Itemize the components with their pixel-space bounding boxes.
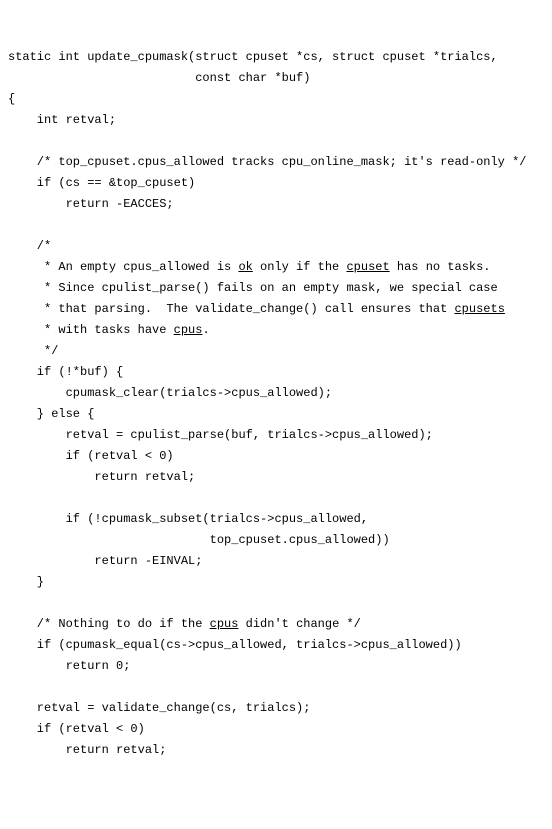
code-line: if (!*buf) { (8, 365, 123, 379)
code-line: * that parsing. The validate_change() ca… (8, 302, 505, 316)
code-line: /* top_cpuset.cpus_allowed tracks cpu_on… (8, 155, 526, 169)
code-line: } else { (8, 407, 94, 421)
code-line: if (cpumask_equal(cs->cpus_allowed, tria… (8, 638, 462, 652)
code-line: * An empty cpus_allowed is ok only if th… (8, 260, 491, 274)
code-line: const char *buf) (8, 71, 310, 85)
code-line: return retval; (8, 743, 166, 757)
code-line: if (cs == &top_cpuset) (8, 176, 195, 190)
code-line: * with tasks have cpus. (8, 323, 210, 337)
code-line: retval = validate_change(cs, trialcs); (8, 701, 310, 715)
code-line: return -EINVAL; (8, 554, 202, 568)
code-line: if (!cpumask_subset(trialcs->cpus_allowe… (8, 512, 368, 526)
code-line: * Since cpulist_parse() fails on an empt… (8, 281, 498, 295)
code-line: /* Nothing to do if the cpus didn't chan… (8, 617, 361, 631)
code-line: */ (8, 344, 58, 358)
code-line: } (8, 575, 44, 589)
code-line: if (retval < 0) (8, 722, 145, 736)
code-block: static int update_cpumask(struct cpuset … (8, 47, 544, 761)
code-line: return 0; (8, 659, 130, 673)
code-line: top_cpuset.cpus_allowed)) (8, 533, 390, 547)
code-line: static int update_cpumask(struct cpuset … (8, 50, 498, 64)
code-line: cpumask_clear(trialcs->cpus_allowed); (8, 386, 332, 400)
code-line: if (retval < 0) (8, 449, 174, 463)
code-line: /* (8, 239, 51, 253)
code-line: return retval; (8, 470, 195, 484)
code-line: retval = cpulist_parse(buf, trialcs->cpu… (8, 428, 433, 442)
code-line: { (8, 92, 15, 106)
code-line: return -EACCES; (8, 197, 174, 211)
code-line: int retval; (8, 113, 116, 127)
